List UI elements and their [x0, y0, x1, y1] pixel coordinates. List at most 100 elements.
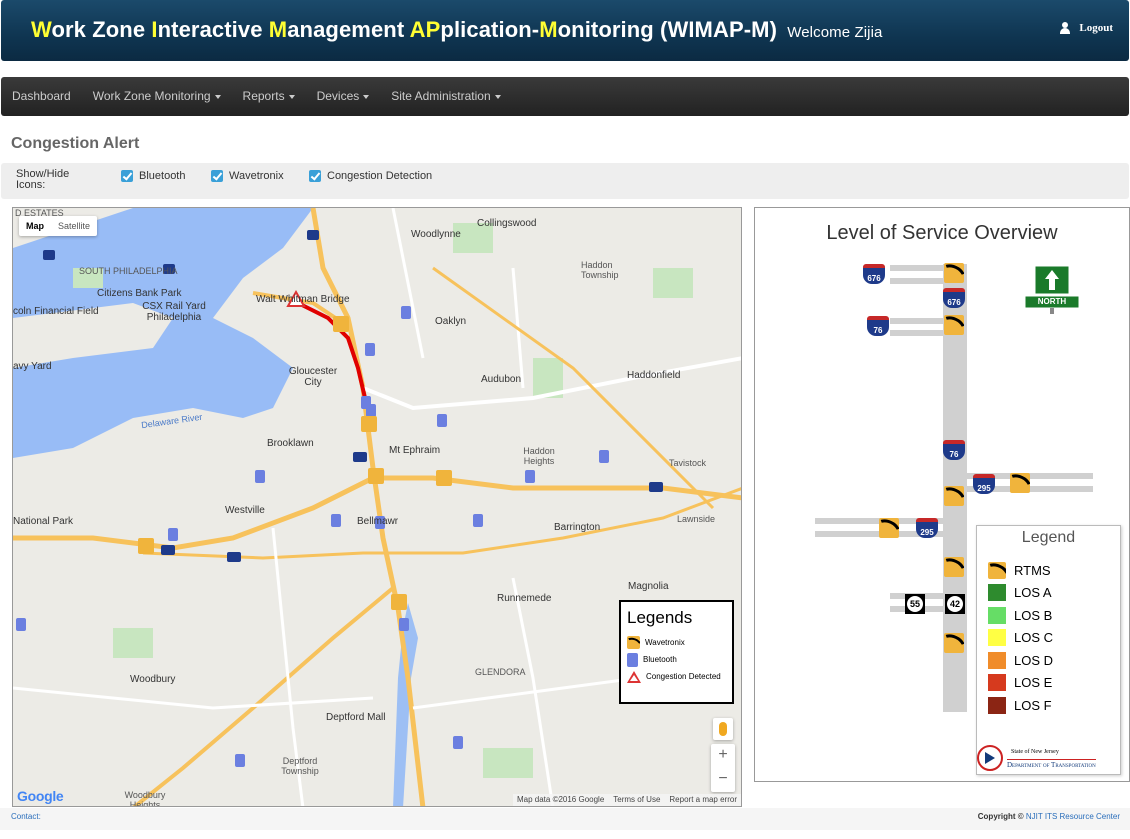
caret-down-icon	[494, 94, 501, 99]
map-type-control: Map Satellite	[19, 216, 98, 236]
logout-button[interactable]: Logout	[1059, 22, 1113, 34]
bluetooth-toggle[interactable]: Bluetooth	[121, 170, 185, 182]
contact-link[interactable]: Contact:	[11, 812, 41, 821]
satellite-view-button[interactable]: Satellite	[51, 216, 97, 236]
map-label: D ESTATES	[15, 208, 64, 218]
map-label: Tavistock	[669, 458, 707, 468]
title-initial: M	[539, 17, 558, 42]
map-label: Oaklyn	[435, 316, 467, 327]
congestion-detection-toggle[interactable]: Congestion Detection	[309, 170, 432, 182]
map-label: Citizens Bank Park	[97, 288, 182, 299]
map-data-credit: Map data ©2016 Google	[516, 795, 605, 804]
state-route-shield-icon: 42	[945, 594, 965, 614]
map-label: Runnemede	[497, 593, 552, 604]
los-e-swatch	[988, 674, 1006, 692]
los-legend: Legend RTMS LOS A LOS B LOS C LOS D LOS …	[976, 525, 1121, 775]
icon-toggle-toolbar: Show/Hide Icons: Bluetooth Wavetronix Co…	[1, 163, 1129, 199]
google-logo: Google	[17, 788, 64, 804]
rtms-sensor-icon[interactable]	[879, 518, 899, 538]
map-attribution: Map data ©2016 Google Terms of Use Repor…	[512, 794, 741, 806]
map-label: CSX Rail Yard Philadelphia	[142, 301, 206, 323]
legend-label: LOS D	[1014, 652, 1054, 668]
route-number: 42	[947, 596, 963, 612]
los-b-swatch	[988, 606, 1006, 624]
wavetronix-toggle[interactable]: Wavetronix	[211, 170, 284, 182]
interstate-shield-icon: 295	[973, 474, 995, 494]
map-label: Haddon Heights	[523, 446, 555, 466]
nav-devices[interactable]: Devices	[306, 77, 381, 116]
rtms-sensor-icon[interactable]	[944, 557, 964, 577]
map-label: Lawnside	[677, 514, 716, 524]
terms-of-use-link[interactable]: Terms of Use	[613, 795, 660, 805]
checkbox-label: Wavetronix	[229, 170, 284, 182]
njit-its-link[interactable]: NJIT ITS Resource Center	[1026, 812, 1120, 821]
nav-label: Devices	[316, 89, 360, 103]
title-text: plication-	[440, 17, 540, 42]
caret-down-icon	[288, 94, 295, 99]
caret-down-icon	[363, 94, 370, 99]
nav-reports[interactable]: Reports	[232, 77, 306, 116]
logout-label: Logout	[1079, 22, 1113, 34]
los-c-swatch	[988, 629, 1006, 647]
checkbox-checked-icon[interactable]	[121, 170, 133, 182]
map-label: Barrington	[554, 522, 601, 533]
main-navbar: Dashboard Work Zone Monitoring Reports D…	[1, 77, 1129, 116]
map-legend-title: Legends	[627, 608, 693, 627]
njdot-logo: State of New Jersey Department of Transp…	[977, 745, 1117, 773]
nav-dashboard[interactable]: Dashboard	[1, 77, 82, 116]
zoom-out-button[interactable]: −	[711, 768, 735, 792]
title-text: nteractive	[157, 17, 269, 42]
user-icon	[1059, 22, 1071, 34]
interstate-shield-icon: 295	[916, 518, 938, 538]
road-segment	[890, 265, 946, 271]
legend-label: Wavetronix	[645, 638, 685, 647]
nav-label: Dashboard	[12, 89, 71, 103]
interstate-shield-icon: 676	[863, 264, 885, 284]
dot-line1: State of New Jersey	[1011, 749, 1059, 755]
app-title: Work Zone Interactive Management APplica…	[31, 17, 882, 43]
los-overview-panel: Level of Service Overview 676 676 76 76 …	[754, 207, 1130, 782]
legend-label: RTMS	[1014, 562, 1051, 578]
route-number: 55	[907, 596, 923, 612]
legend-row-los-f: LOS F	[977, 694, 1120, 717]
bluetooth-icon	[627, 652, 638, 667]
nav-site-administration[interactable]: Site Administration	[380, 77, 511, 116]
caret-down-icon	[214, 94, 221, 99]
map-label: Audubon	[481, 374, 522, 385]
app-header: Work Zone Interactive Management APplica…	[1, 0, 1129, 61]
checkbox-checked-icon[interactable]	[211, 170, 223, 182]
legend-row-los-e: LOS E	[977, 672, 1120, 695]
map-label: Mt Ephraim	[389, 445, 441, 456]
rtms-sensor-icon[interactable]	[944, 315, 964, 335]
show-hide-label: Show/Hide Icons:	[16, 168, 70, 191]
rtms-sensor-icon[interactable]	[944, 263, 964, 283]
report-map-error-link[interactable]: Report a map error	[669, 795, 737, 805]
congestion-warning-icon	[627, 670, 641, 683]
map-view-button[interactable]: Map	[19, 216, 51, 236]
interstate-shield-icon: 76	[943, 440, 965, 460]
title-initial: AP	[409, 17, 441, 42]
north-arrow-sign-icon: NORTH	[1023, 265, 1081, 314]
zoom-in-button[interactable]: +	[711, 744, 735, 768]
page-title: Congestion Alert	[11, 135, 140, 152]
legend-row-los-d: LOS D	[977, 649, 1120, 672]
checkbox-label: Congestion Detection	[327, 170, 433, 182]
los-f-swatch	[988, 696, 1006, 714]
legend-row-rtms: RTMS	[977, 559, 1120, 582]
map-label: Bellmawr	[357, 516, 399, 527]
title-text: onitoring (WIMAP-M)	[557, 17, 778, 42]
street-view-pegman-icon[interactable]	[713, 718, 733, 740]
map-label: Gloucester City	[288, 366, 338, 388]
legend-label: Congestion Detected	[646, 672, 721, 681]
map-label: National Park	[13, 516, 74, 527]
page-footer: Contact: Copyright © NJIT ITS Resource C…	[0, 808, 1130, 830]
nav-label: Work Zone Monitoring	[92, 89, 211, 103]
congestion-map[interactable]: Map Satellite D ESTATES Collingswood Woo…	[12, 207, 742, 807]
checkbox-checked-icon[interactable]	[309, 170, 321, 182]
rtms-sensor-icon[interactable]	[1010, 473, 1030, 493]
nav-work-zone-monitoring[interactable]: Work Zone Monitoring	[82, 77, 232, 116]
rtms-sensor-icon[interactable]	[944, 633, 964, 653]
road-segment	[890, 278, 946, 284]
legend-label: LOS F	[1014, 697, 1052, 713]
rtms-sensor-icon[interactable]	[944, 486, 964, 506]
